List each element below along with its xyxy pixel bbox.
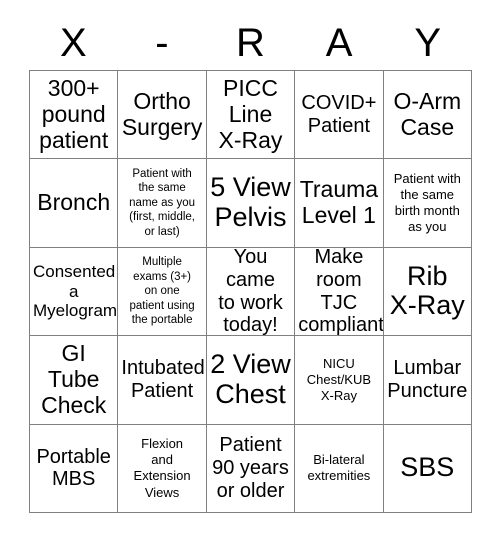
bingo-cell[interactable]: Patient 90 years or older xyxy=(206,424,296,513)
bingo-header-letters: X-RAY xyxy=(29,16,472,70)
bingo-cell-label: Portable MBS xyxy=(36,445,111,491)
bingo-cell-label: SBS xyxy=(400,452,455,483)
bingo-cell-label: You came to work today! xyxy=(218,247,283,337)
header-letter-2: R xyxy=(236,21,265,65)
bingo-cell[interactable]: Make room TJC compliant xyxy=(295,247,384,337)
bingo-cell[interactable]: PICC Line X-Ray xyxy=(206,71,296,160)
bingo-cell[interactable]: Patient with the same name as you (first… xyxy=(118,159,207,248)
bingo-cell[interactable]: Flexion and Extension Views xyxy=(118,424,207,513)
header-letter-4: Y xyxy=(414,21,442,65)
bingo-cell-label: Patient with the same birth month as you xyxy=(393,170,461,235)
bingo-cell[interactable]: Portable MBS xyxy=(30,424,119,513)
bingo-cell[interactable]: NICU Chest/KUB X-Ray xyxy=(295,336,384,425)
bingo-cell[interactable]: SBS xyxy=(383,424,472,513)
bingo-cell-label: Intubated Patient xyxy=(121,357,205,402)
bingo-cell-label: Patient with the same name as you (first… xyxy=(129,167,196,238)
bingo-cell[interactable]: Trauma Level 1 xyxy=(295,159,384,248)
bingo-cell-label: O-Arm Case xyxy=(393,87,462,140)
bingo-cell-label: Lumbar Puncture xyxy=(387,357,468,402)
bingo-cell-label: PICC Line X-Ray xyxy=(218,75,283,153)
bingo-cell-label: 5 View Pelvis xyxy=(210,172,291,233)
bingo-cell[interactable]: O-Arm Case xyxy=(383,71,472,160)
bingo-cell-label: 2 View Chest xyxy=(210,349,291,409)
bingo-cell-label: Trauma Level 1 xyxy=(299,176,379,229)
bingo-cell-label: 300+ pound patient xyxy=(39,75,109,153)
bingo-cell[interactable]: 5 View Pelvis xyxy=(206,159,296,248)
bingo-cell[interactable]: Lumbar Puncture xyxy=(383,336,472,425)
bingo-cell-label: Rib X-Ray xyxy=(389,260,465,321)
bingo-cell[interactable]: You came to work today! xyxy=(206,247,296,337)
bingo-cell-label: COVID+ Patient xyxy=(301,91,377,137)
bingo-cell-label: GI Tube Check xyxy=(41,340,107,418)
bingo-cell-label: Multiple exams (3+) on one patient using… xyxy=(129,256,195,327)
bingo-cell[interactable]: COVID+ Patient xyxy=(295,71,384,160)
bingo-cell[interactable]: Bronch xyxy=(30,159,119,248)
bingo-cell[interactable]: Patient with the same birth month as you xyxy=(383,159,472,248)
bingo-cell-label: Make room TJC compliant xyxy=(298,247,384,337)
bingo-grid: 300+ pound patient Ortho Surgery PICC Line… xyxy=(29,70,472,513)
bingo-cell[interactable]: Rib X-Ray xyxy=(383,247,472,337)
header-letter-1: - xyxy=(155,21,169,65)
bingo-cell[interactable]: Consented a Myelogram xyxy=(30,247,119,337)
bingo-cell[interactable]: GI Tube Check xyxy=(30,336,119,425)
bingo-cell[interactable]: Multiple exams (3+) on one patient using… xyxy=(118,247,207,337)
bingo-cell[interactable]: Intubated Patient xyxy=(118,336,207,425)
bingo-cell[interactable]: 300+ pound patient xyxy=(30,71,119,160)
bingo-card: X - R A Y 300+ pound patient Ortho Surgery PIC… xyxy=(0,0,500,544)
bingo-cell[interactable]: 2 View Chest xyxy=(206,336,296,425)
bingo-cell-label: NICU Chest/KUB X-Ray xyxy=(306,355,372,404)
bingo-cell-label: Ortho Surgery xyxy=(121,87,203,140)
bingo-cell-label: Flexion and Extension Views xyxy=(133,435,191,500)
bingo-cell-label: Consented a Myelogram xyxy=(33,261,118,321)
bingo-cell[interactable]: Bi-lateral extremities xyxy=(295,424,384,513)
bingo-cell-label: Bi-lateral extremities xyxy=(307,452,371,484)
bingo-cell[interactable]: Ortho Surgery xyxy=(118,71,207,160)
bingo-cell-label: Patient 90 years or older xyxy=(212,434,289,502)
bingo-cell-label: Bronch xyxy=(37,189,111,216)
header-letter-0: X xyxy=(59,21,87,65)
header-letter-3: A xyxy=(325,21,353,65)
